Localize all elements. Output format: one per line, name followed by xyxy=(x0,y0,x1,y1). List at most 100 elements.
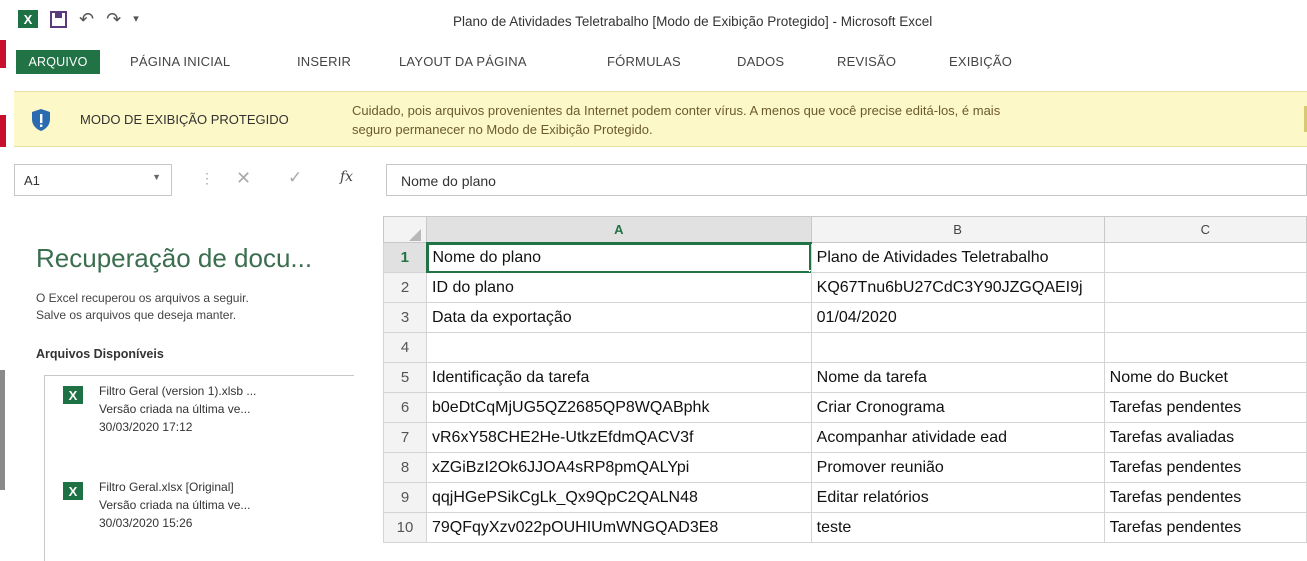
table-row: 5 Identificação da tarefa Nome da tarefa… xyxy=(383,362,1307,393)
cell[interactable]: Editar relatórios xyxy=(810,482,1105,513)
tab-pagina-inicial[interactable]: PÁGINA INICIAL xyxy=(130,50,230,74)
tab-exibicao[interactable]: EXIBIÇÃO xyxy=(949,50,1012,74)
recovery-title: Recuperação de docu... xyxy=(36,243,313,273)
cell[interactable]: Tarefas pendentes xyxy=(1103,482,1307,513)
cell[interactable]: Tarefas pendentes xyxy=(1103,512,1307,543)
tab-inserir[interactable]: INSERIR xyxy=(297,50,351,74)
row-header[interactable]: 1 xyxy=(383,242,428,273)
cell[interactable]: qqjHGePSikCgLk_Qx9QpC2QALN48 xyxy=(426,482,812,513)
cell[interactable]: ID do plano xyxy=(426,272,812,303)
row-header[interactable]: 8 xyxy=(383,452,427,483)
recovery-description-line: O Excel recuperou os arquivos a seguir. xyxy=(36,291,249,305)
row-header[interactable]: 4 xyxy=(383,332,427,363)
cell[interactable]: Plano de Atividades Teletrabalho xyxy=(810,242,1105,273)
cell[interactable] xyxy=(810,332,1105,363)
cancel-icon[interactable]: ✕ xyxy=(236,168,251,189)
row-header[interactable]: 7 xyxy=(383,422,427,453)
recovery-file-note: Versão criada na última ve... xyxy=(99,402,251,416)
title-bar: X ↶ ↷ ▾ Plano de Atividades Teletrabalho… xyxy=(0,0,1307,44)
cell[interactable]: teste xyxy=(810,512,1105,543)
spreadsheet-grid: A B C 1 Nome do plano Plano de Atividade… xyxy=(383,216,1307,561)
table-row: 9 qqjHGePSikCgLk_Qx9QpC2QALN48 Editar re… xyxy=(383,482,1307,513)
excel-logo-icon: X xyxy=(18,10,38,28)
enter-icon[interactable]: ✓ xyxy=(288,168,302,188)
protected-view-message: Cuidado, pois arquivos provenientes da I… xyxy=(352,101,1252,139)
cell[interactable]: Tarefas pendentes xyxy=(1103,452,1307,483)
table-row: 1 Nome do plano Plano de Atividades Tele… xyxy=(383,242,1307,273)
table-row: 6 b0eDtCqMjUG5QZ2685QP8WQABphk Criar Cro… xyxy=(383,392,1307,423)
cell[interactable]: Identificação da tarefa xyxy=(426,362,812,393)
cell[interactable]: Promover reunião xyxy=(810,452,1105,483)
tab-layout-da-pagina[interactable]: LAYOUT DA PÁGINA xyxy=(399,50,527,74)
cell[interactable] xyxy=(1103,272,1307,303)
formula-bar: A1 ▼ ⋮ ✕ ✓ fx Nome do plano xyxy=(14,164,1307,198)
tab-formulas[interactable]: FÓRMULAS xyxy=(607,50,681,74)
excel-file-icon: X xyxy=(63,482,83,500)
row-header[interactable]: 2 xyxy=(383,272,427,303)
table-row: 3 Data da exportação 01/04/2020 xyxy=(383,302,1307,333)
recovery-file-item[interactable]: X Filtro Geral.xlsx [Original] Versão cr… xyxy=(55,476,345,546)
cell[interactable]: Acompanhar atividade ead xyxy=(810,422,1105,453)
row-header[interactable]: 6 xyxy=(383,392,427,423)
cell[interactable] xyxy=(1103,332,1307,363)
table-row: 7 vR6xY58CHE2He-UtkzEfdmQACV3f Acompanha… xyxy=(383,422,1307,453)
row-header[interactable]: 10 xyxy=(383,512,427,543)
edge-artifact xyxy=(0,370,5,490)
chevron-down-icon[interactable]: ▼ xyxy=(152,172,161,182)
name-box-value: A1 xyxy=(24,173,40,188)
column-header-c[interactable]: C xyxy=(1103,216,1307,243)
recovery-file-date: 30/03/2020 15:26 xyxy=(99,516,193,530)
cell[interactable]: 01/04/2020 xyxy=(810,302,1105,333)
name-box[interactable]: A1 ▼ xyxy=(14,164,172,196)
recovery-description-line: Salve os arquivos que deseja manter. xyxy=(36,308,237,322)
cell[interactable] xyxy=(1103,242,1307,273)
fill-handle[interactable] xyxy=(808,270,811,272)
cell[interactable]: 79QFqyXzv022pOUHIUmWNGQAD3E8 xyxy=(426,512,812,543)
cell[interactable]: Data da exportação xyxy=(426,302,812,333)
recovery-description: O Excel recuperou os arquivos a seguir. … xyxy=(36,290,356,324)
tab-revisao[interactable]: REVISÃO xyxy=(837,50,896,74)
cell[interactable]: xZGiBzI2Ok6JJOA4sRP8pmQALYpi xyxy=(426,452,812,483)
recovery-file-name: Filtro Geral.xlsx [Original] xyxy=(99,480,234,494)
cell[interactable]: KQ67Tnu6bU27CdC3Y90JZGQAEI9j xyxy=(810,272,1105,303)
edge-artifact xyxy=(0,115,6,147)
tab-dados[interactable]: DADOS xyxy=(737,50,784,74)
insert-function-icon[interactable]: fx xyxy=(340,169,353,185)
available-files-heading: Arquivos Disponíveis xyxy=(36,347,164,361)
tab-arquivo[interactable]: ARQUIVO xyxy=(16,50,100,74)
window-title: Plano de Atividades Teletrabalho [Modo d… xyxy=(453,14,933,29)
protected-view-message-line: Cuidado, pois arquivos provenientes da I… xyxy=(352,103,1001,118)
recovery-file-date: 30/03/2020 17:12 xyxy=(99,420,193,434)
cell-text: Nome do plano xyxy=(432,248,542,266)
table-row: 8 xZGiBzI2Ok6JJOA4sRP8pmQALYpi Promover … xyxy=(383,452,1307,483)
undo-icon[interactable]: ↶ xyxy=(79,10,94,28)
row-header[interactable]: 3 xyxy=(383,302,427,333)
cell[interactable]: Nome da tarefa xyxy=(810,362,1105,393)
column-header-row: A B C xyxy=(383,216,1307,244)
formula-bar-splitter[interactable]: ⋮ xyxy=(200,170,214,187)
formula-value: Nome do plano xyxy=(401,173,496,189)
cell-a1[interactable]: Nome do plano xyxy=(426,242,812,273)
row-header[interactable]: 5 xyxy=(383,362,427,393)
table-row: 2 ID do plano KQ67Tnu6bU27CdC3Y90JZGQAEI… xyxy=(383,272,1307,303)
protected-view-title: MODO DE EXIBIÇÃO PROTEGIDO xyxy=(80,112,289,127)
cell[interactable] xyxy=(426,332,812,363)
cell[interactable]: Nome do Bucket xyxy=(1103,362,1307,393)
column-header-b[interactable]: B xyxy=(810,216,1105,243)
customize-qat-icon[interactable]: ▾ xyxy=(133,10,139,28)
save-icon[interactable] xyxy=(50,10,67,28)
column-header-a[interactable]: A xyxy=(426,216,812,244)
cell[interactable]: Tarefas avaliadas xyxy=(1103,422,1307,453)
recovery-file-list: X Filtro Geral (version 1).xlsb ... Vers… xyxy=(44,375,354,561)
redo-icon[interactable]: ↷ xyxy=(106,10,121,28)
cell[interactable]: b0eDtCqMjUG5QZ2685QP8WQABphk xyxy=(426,392,812,423)
row-header[interactable]: 9 xyxy=(383,482,427,513)
formula-input[interactable]: Nome do plano xyxy=(386,164,1307,196)
cell[interactable]: vR6xY58CHE2He-UtkzEfdmQACV3f xyxy=(426,422,812,453)
shield-icon xyxy=(32,109,50,131)
cell[interactable] xyxy=(1103,302,1307,333)
cell[interactable]: Criar Cronograma xyxy=(810,392,1105,423)
recovery-file-item[interactable]: X Filtro Geral (version 1).xlsb ... Vers… xyxy=(55,380,345,450)
cell[interactable]: Tarefas pendentes xyxy=(1103,392,1307,423)
select-all-corner[interactable] xyxy=(383,216,427,243)
